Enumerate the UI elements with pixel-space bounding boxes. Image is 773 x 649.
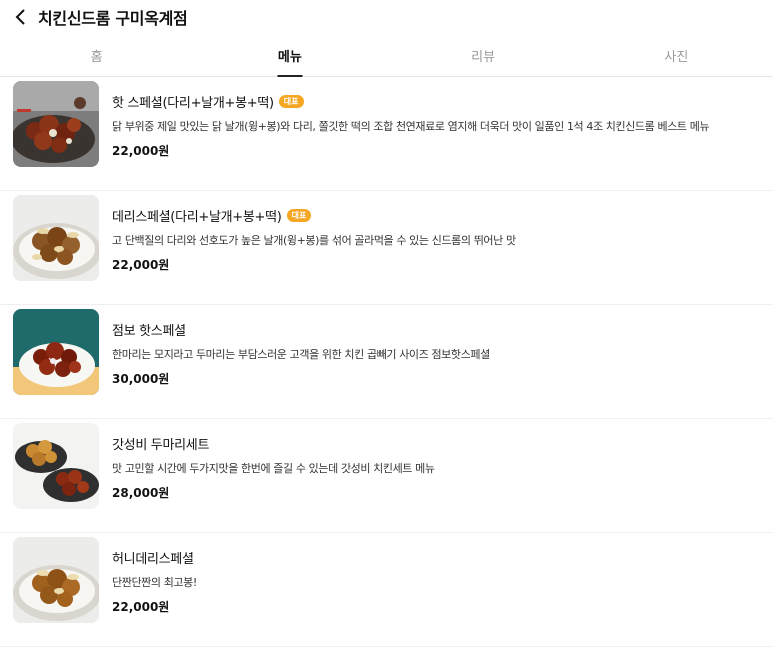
menu-item-name: 핫 스페셜(다리+날개+봉+떡) [112,96,274,111]
signature-badge: 대표 [286,209,312,222]
tab-photos[interactable]: 사진 [580,34,773,76]
menu-item-description: 한마리는 모지라고 두마리는 부담스러운 고객을 위한 치킨 곱빼기 사이즈 점… [112,348,490,361]
tab-reviews-label: 리뷰 [471,49,496,65]
app-header: 치킨신드롬 구미옥계점 [0,0,773,34]
menu-item-price: 30,000원 [112,372,170,386]
menu-item-name: 허니데리스페셜 [112,552,194,567]
tab-reviews[interactable]: 리뷰 [387,34,580,76]
menu-item-description: 고 단백질의 다리와 선호도가 높은 날개(윙+봉)를 섞어 골라먹을 수 있는… [112,234,516,247]
tab-menu[interactable]: 메뉴 [193,34,386,76]
tab-photos-label: 사진 [664,49,689,65]
menu-item[interactable]: 데리스페셜(다리+날개+봉+떡) 대표 고 단백질의 다리와 선호도가 높은 날… [0,191,773,305]
menu-item-name: 점보 핫스페셜 [112,324,186,339]
tab-bar: 홈 메뉴 리뷰 사진 [0,34,773,77]
menu-item-photo [13,537,99,623]
menu-item-description: 맛 고민할 시간에 두가지맛을 한번에 즐길 수 있는데 갓성비 치킨세트 메뉴 [112,462,435,475]
menu-item-price: 22,000원 [112,600,170,614]
menu-item-price: 22,000원 [112,144,170,158]
menu-item-photo [13,309,99,395]
page-title: 치킨신드롬 구미옥계점 [38,9,188,28]
menu-item[interactable]: 핫 스페셜(다리+날개+봉+떡) 대표 닭 부위중 제일 맛있는 닭 날개(윙+… [0,77,773,191]
tab-home[interactable]: 홈 [0,34,193,76]
menu-item[interactable]: 점보 핫스페셜 한마리는 모지라고 두마리는 부담스러운 고객을 위한 치킨 곱… [0,305,773,419]
menu-item-photo [13,423,99,509]
tab-menu-label: 메뉴 [277,49,302,65]
menu-item-photo [13,195,99,281]
menu-item-name: 갓성비 두마리세트 [112,438,210,453]
menu-list: 핫 스페셜(다리+날개+봉+떡) 대표 닭 부위중 제일 맛있는 닭 날개(윙+… [0,77,773,647]
menu-item-description: 닭 부위중 제일 맛있는 닭 날개(윙+봉)와 다리, 쫄깃한 떡의 조합 천연… [112,120,710,133]
menu-item-photo [13,81,99,167]
menu-item[interactable]: 갓성비 두마리세트 맛 고민할 시간에 두가지맛을 한번에 즐길 수 있는데 갓… [0,419,773,533]
menu-item-description: 단짠단짠의 최고봉! [112,576,197,589]
menu-item[interactable]: 허니데리스페셜 단짠단짠의 최고봉! 22,000원 [0,533,773,647]
signature-badge: 대표 [278,95,304,108]
tab-home-label: 홈 [90,49,103,65]
menu-item-price: 28,000원 [112,486,170,500]
menu-item-name: 데리스페셜(다리+날개+봉+떡) [112,210,282,225]
menu-item-price: 22,000원 [112,258,170,272]
back-arrow-icon[interactable] [12,8,30,26]
